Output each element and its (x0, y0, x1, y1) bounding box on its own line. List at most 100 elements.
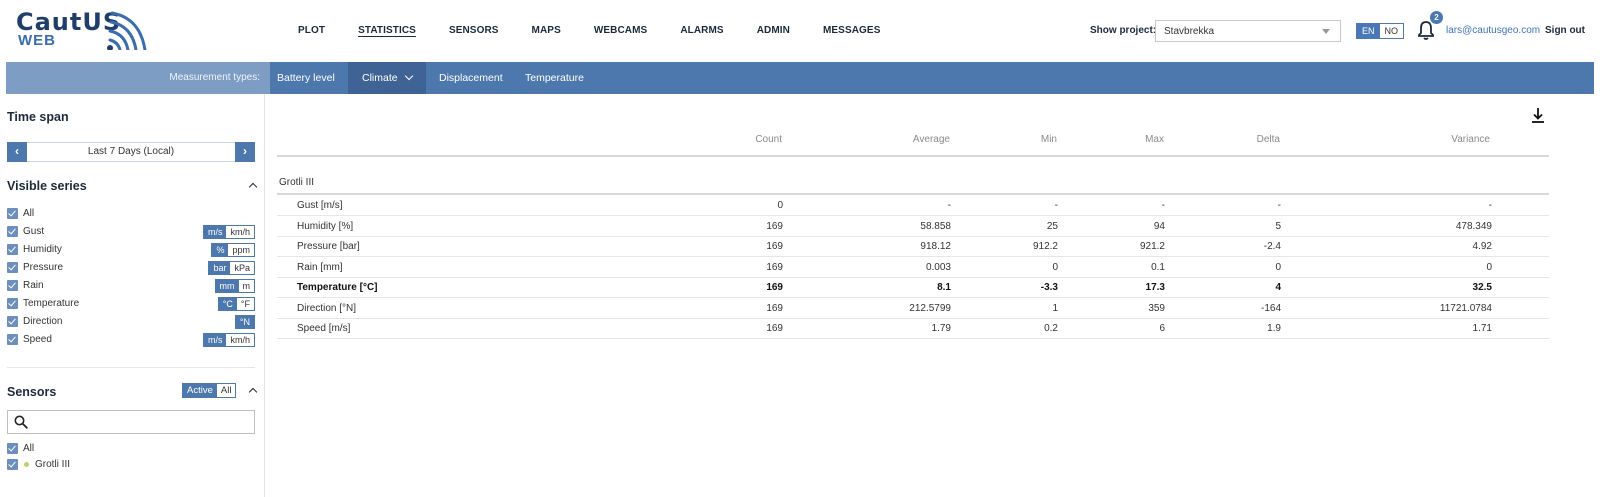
table-cell: 169 (766, 241, 783, 252)
series-label: Pressure (23, 262, 64, 273)
table-cell: 0 (777, 200, 783, 211)
unit-option[interactable]: km/h (226, 226, 254, 238)
table-row: Gust [m/s] 0 - - - - - (277, 195, 1549, 216)
nav-alarms[interactable]: ALARMS (680, 24, 723, 38)
unit-option[interactable]: % (212, 244, 229, 256)
series-row-rain: Rain mm m (7, 279, 255, 293)
lang-no-button[interactable]: NO (1379, 24, 1404, 38)
project-select[interactable]: Stavbrekka (1155, 20, 1341, 42)
time-span-next-button[interactable]: › (235, 142, 255, 162)
series-temperature-checkbox[interactable] (7, 298, 18, 309)
table-cell: 4.92 (1472, 241, 1492, 252)
unit-option[interactable]: °N (235, 316, 254, 328)
table-cell: -164 (1260, 302, 1281, 314)
time-span-value[interactable]: Last 7 Days (Local) (27, 142, 235, 162)
series-label: Rain (23, 280, 44, 291)
table-cell: 169 (766, 220, 783, 232)
top-header: CautUS WEB PLOT STATISTICS SENSORS MAPS … (0, 0, 1600, 60)
table-cell: 11721.0784 (1439, 302, 1492, 314)
unit-option[interactable]: °C (218, 298, 237, 310)
series-row-temperature: Temperature °C °F (7, 297, 255, 311)
nav-webcams[interactable]: WEBCAMS (594, 24, 647, 38)
cautus-logo[interactable]: CautUS WEB (16, 8, 147, 52)
time-span-prev-button[interactable]: ‹ (7, 142, 27, 162)
column-header-average[interactable]: Average (850, 134, 950, 145)
table-cell: 5 (1275, 220, 1281, 232)
unit-toggle: bar kPa (208, 261, 255, 275)
column-header-max[interactable]: Max (1064, 134, 1164, 145)
sensor-grotli-checkbox[interactable] (7, 459, 18, 470)
sensor-search-input[interactable] (7, 410, 255, 434)
series-label: Temperature (23, 298, 80, 309)
chevron-down-icon (404, 71, 413, 81)
nav-plot[interactable]: PLOT (298, 24, 325, 38)
unit-option[interactable]: km/h (226, 334, 254, 346)
column-header-delta[interactable]: Delta (1180, 134, 1280, 145)
unit-toggle: °N (234, 315, 255, 329)
table-cell: 478.349 (1455, 220, 1492, 232)
column-header-min[interactable]: Min (957, 134, 1057, 145)
tab-battery-level[interactable]: Battery level (277, 62, 335, 94)
series-row-direction: Direction °N (7, 315, 255, 329)
series-gust-checkbox[interactable] (7, 226, 18, 237)
unit-option[interactable]: mm (215, 280, 239, 292)
table-cell: 921.2 (1139, 241, 1165, 252)
series-label: Gust (23, 226, 45, 237)
sensor-filter-toggle: Active All (182, 383, 237, 398)
table-cell: 0 (1486, 261, 1492, 273)
series-pressure-checkbox[interactable] (7, 262, 18, 273)
user-email-link[interactable]: lars@cautusgeo.com (1446, 25, 1540, 36)
unit-option[interactable]: m (238, 280, 254, 292)
table-cell: 94 (1153, 220, 1165, 232)
measurement-types-label: Measurement types: (169, 72, 260, 83)
table-cell: 32.5 (1472, 282, 1492, 293)
sign-out-link[interactable]: Sign out (1545, 25, 1585, 36)
series-all-checkbox[interactable] (7, 208, 18, 219)
unit-option[interactable]: bar (209, 262, 231, 274)
column-header-variance[interactable]: Variance (1390, 134, 1490, 145)
unit-option[interactable]: m/s (203, 334, 227, 346)
project-label: Show project: (1090, 25, 1157, 36)
lang-en-button[interactable]: EN (1357, 24, 1380, 38)
table-cell: 169 (766, 261, 783, 273)
table-cell: 6 (1159, 323, 1165, 334)
tab-climate[interactable]: Climate (348, 62, 426, 94)
series-speed-checkbox[interactable] (7, 334, 18, 345)
column-header-count[interactable]: Count (682, 134, 782, 145)
series-row-humidity: Humidity % ppm (7, 243, 255, 257)
table-row: Rain [mm] 169 0.003 0 0.1 0 0 (277, 257, 1549, 278)
time-span-title: Time span (7, 110, 69, 124)
series-rain-checkbox[interactable] (7, 280, 18, 291)
tab-displacement[interactable]: Displacement (439, 62, 503, 94)
sensor-filter-all-button[interactable]: All (216, 384, 236, 397)
table-row: Speed [m/s] 169 1.79 0.2 6 1.9 1.71 (277, 318, 1549, 339)
series-direction-checkbox[interactable] (7, 316, 18, 327)
unit-toggle: °C °F (217, 297, 255, 311)
table-cell: 169 (766, 323, 783, 334)
time-span-selector: ‹ Last 7 Days (Local) › (7, 142, 255, 162)
sensor-filter-active-button[interactable]: Active (183, 384, 217, 397)
table-cell: 1.71 (1472, 323, 1492, 334)
nav-maps[interactable]: MAPS (532, 24, 561, 38)
series-humidity-checkbox[interactable] (7, 244, 18, 255)
sensor-all-checkbox[interactable] (7, 443, 18, 454)
unit-toggle: m/s km/h (202, 225, 255, 239)
nav-admin[interactable]: ADMIN (757, 24, 790, 38)
tab-temperature[interactable]: Temperature (525, 62, 584, 94)
unit-option[interactable]: m/s (203, 226, 227, 238)
sensor-row-grotli: Grotli III (7, 458, 255, 472)
unit-option[interactable]: kPa (230, 262, 254, 274)
sensor-label: Grotli III (35, 459, 71, 470)
caret-down-icon (1322, 29, 1330, 34)
unit-option[interactable]: ppm (228, 244, 254, 256)
unit-toggle: mm m (214, 279, 255, 293)
table-cell: 169 (766, 282, 783, 293)
nav-sensors[interactable]: SENSORS (449, 24, 499, 38)
nav-messages[interactable]: MESSAGES (823, 24, 880, 38)
nav-statistics[interactable]: STATISTICS (358, 24, 416, 38)
unit-option[interactable]: °F (236, 298, 254, 310)
search-icon (14, 415, 28, 429)
row-name: Pressure [bar] (297, 241, 360, 252)
download-icon[interactable] (1530, 106, 1546, 124)
table-cell: - (1054, 200, 1058, 211)
